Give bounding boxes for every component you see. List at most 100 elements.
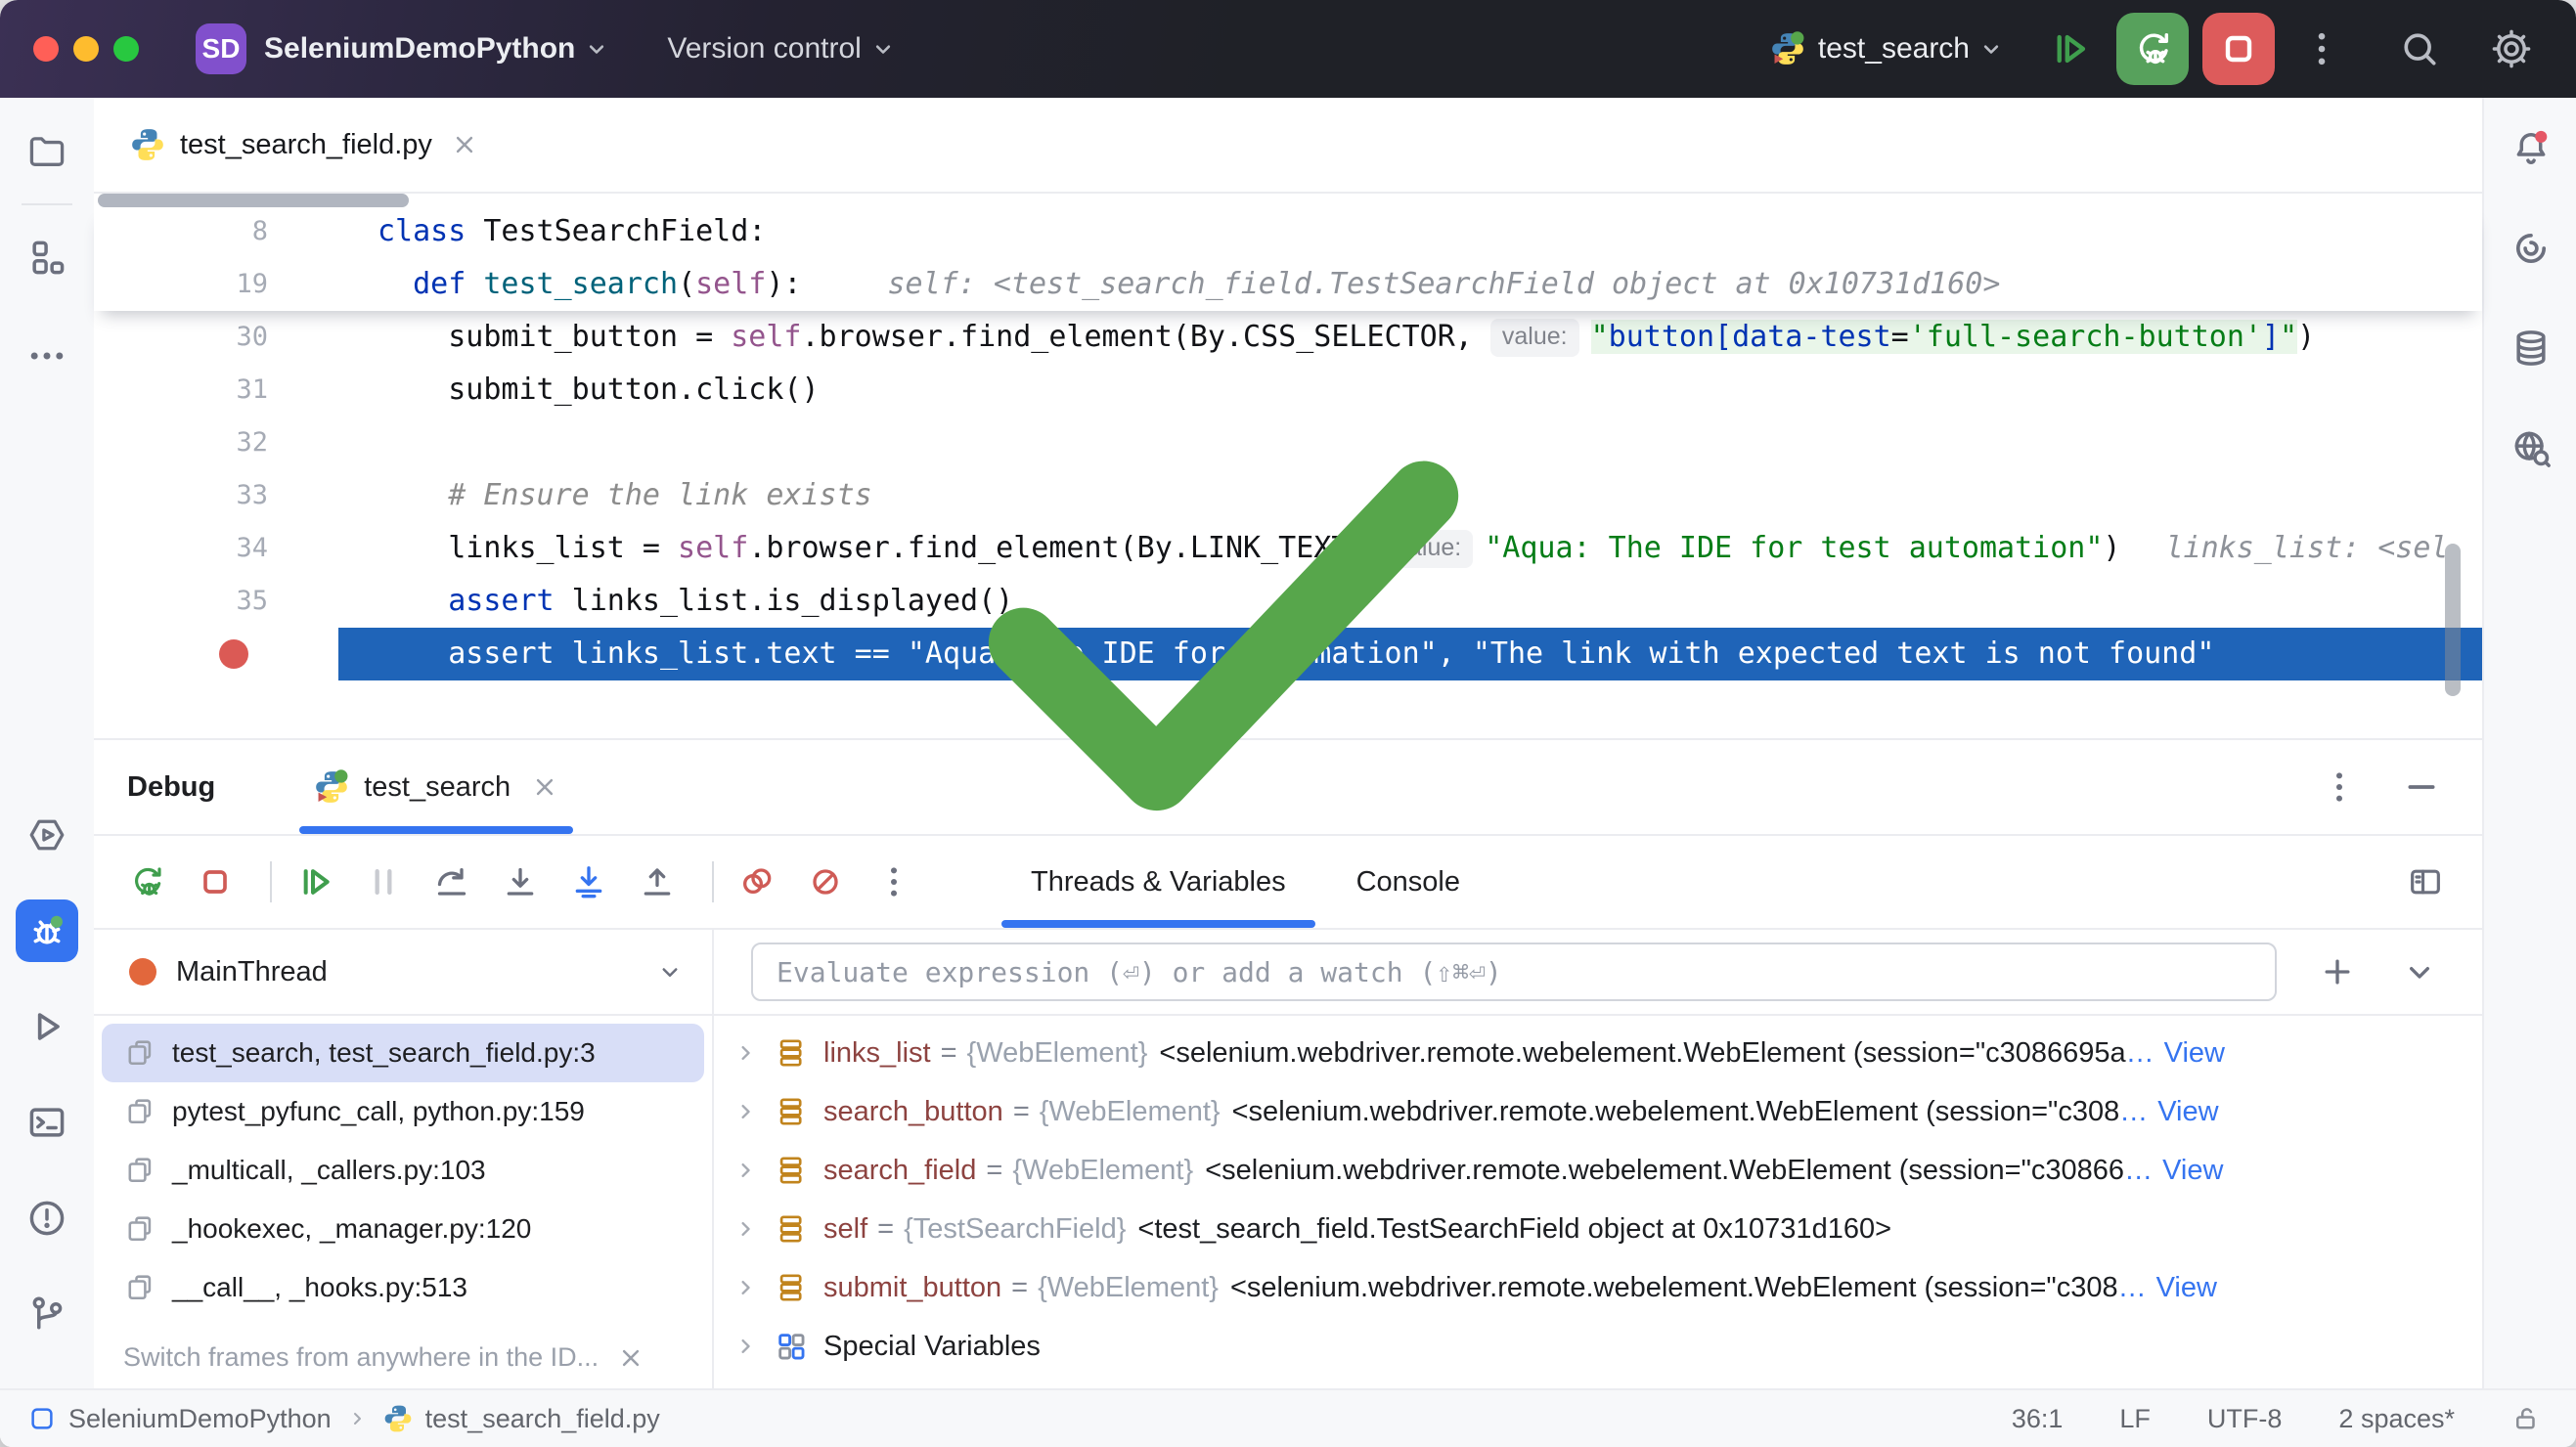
run-configuration-selector[interactable]: test_search (1818, 32, 1970, 66)
chevron-down-icon (583, 35, 610, 63)
code-segment: ): (766, 267, 801, 301)
search-everywhere-button[interactable] (2398, 27, 2441, 70)
equals-sign: = (1011, 1272, 1028, 1304)
inspections-ok-icon[interactable] (29, 309, 2418, 949)
caret-position[interactable]: 36:1 (2012, 1404, 2064, 1434)
rerun-debug-button[interactable] (2116, 13, 2189, 85)
variable-type: {WebElement} (967, 1037, 1148, 1070)
variable-value: <selenium.webdriver.remote.webelement.We… (1205, 1155, 2124, 1187)
git-tool-button[interactable] (16, 1283, 78, 1345)
variable-row[interactable]: search_field={WebElement}<selenium.webdr… (714, 1141, 2482, 1200)
variable-icon (775, 1154, 808, 1187)
chevron-right-icon[interactable] (732, 1157, 759, 1184)
frames-footer-text: Switch frames from anywhere in the ID... (123, 1342, 599, 1373)
statusbar: SeleniumDemoPython test_search_field.py … (0, 1388, 2576, 1447)
variable-icon (775, 1271, 808, 1304)
view-link[interactable]: View (2157, 1096, 2218, 1128)
ai-assistant-icon (2509, 227, 2553, 270)
special-variables-label: Special Variables (823, 1331, 1041, 1363)
notifications-icon (2509, 127, 2553, 170)
ai-assistant-tool-button[interactable] (2500, 217, 2562, 280)
breadcrumb-file[interactable]: test_search_field.py (425, 1404, 660, 1434)
variable-row[interactable]: search_button={WebElement}<selenium.webd… (714, 1082, 2482, 1141)
resume-button[interactable] (2048, 27, 2091, 70)
frame-icon (123, 1271, 156, 1304)
chevron-down-icon[interactable] (2400, 952, 2439, 991)
evaluate-expression-input[interactable] (751, 943, 2277, 1001)
file-encoding[interactable]: UTF-8 (2207, 1404, 2283, 1434)
git-icon (25, 1293, 68, 1336)
code-segment: def (413, 267, 466, 301)
problems-tool-button[interactable] (16, 1187, 78, 1250)
editor-pane[interactable]: test_search_field.py 8class TestSearchFi… (94, 98, 2482, 738)
code-segment: test_search (483, 267, 678, 301)
stack-frame-label: _hookexec, _manager.py:120 (172, 1213, 531, 1245)
terminal-tool-button[interactable] (16, 1091, 78, 1154)
web-search-tool-button[interactable] (2500, 417, 2562, 479)
variable-value: <test_search_field.TestSearchField objec… (1137, 1213, 1891, 1246)
stack-frame-row[interactable]: __call__, _hooks.py:513 (102, 1258, 704, 1317)
close-window-button[interactable] (33, 36, 59, 62)
line-number[interactable]: 8 (94, 205, 338, 258)
database-tool-button[interactable] (2500, 317, 2562, 379)
code-segment: ( (678, 267, 695, 301)
special-variables-row[interactable]: Special Variables (714, 1317, 2482, 1376)
view-link[interactable]: View (2162, 1155, 2223, 1187)
stack-frame-row[interactable]: test_search, test_search_field.py:3 (102, 1024, 704, 1082)
close-icon[interactable] (450, 130, 479, 159)
equals-sign: = (941, 1037, 957, 1070)
equals-sign: = (1013, 1096, 1030, 1128)
view-link[interactable]: View (2156, 1272, 2217, 1304)
line-ending[interactable]: LF (2119, 1404, 2151, 1434)
chevron-right-icon[interactable] (732, 1098, 759, 1125)
database-icon (2509, 327, 2553, 370)
variable-type: {TestSearchField} (904, 1213, 1126, 1246)
notifications-tool-button[interactable] (2500, 117, 2562, 180)
line-number[interactable]: 19 (94, 258, 338, 311)
vertical-scrollbar[interactable] (2445, 544, 2461, 696)
run-tool-button[interactable] (16, 995, 78, 1058)
sticky-lines: 8class TestSearchField:19 def test_searc… (94, 205, 2482, 311)
variable-row[interactable]: self={TestSearchField}<test_search_field… (714, 1200, 2482, 1258)
more-actions-button[interactable] (2300, 27, 2343, 70)
code-line[interactable]: 8class TestSearchField: (94, 205, 2482, 258)
breadcrumb-project[interactable]: SeleniumDemoPython (68, 1404, 332, 1434)
project-badge[interactable]: SD (196, 23, 246, 74)
variable-row[interactable]: submit_button={WebElement}<selenium.webd… (714, 1258, 2482, 1317)
zoom-window-button[interactable] (113, 36, 139, 62)
settings-button[interactable] (2490, 27, 2533, 70)
indent-setting[interactable]: 2 spaces* (2338, 1404, 2455, 1434)
unlocked-icon[interactable] (2511, 1404, 2541, 1433)
stack-frame-row[interactable]: pytest_pyfunc_call, python.py:159 (102, 1082, 704, 1141)
chevron-right-icon[interactable] (732, 1333, 759, 1360)
stack-frame-row[interactable]: _hookexec, _manager.py:120 (102, 1200, 704, 1258)
project-tool-button[interactable] (16, 119, 78, 182)
horizontal-scrollbar[interactable] (98, 194, 409, 207)
frame-icon (123, 1095, 156, 1128)
editor-tab[interactable]: test_search_field.py (129, 126, 479, 163)
titlebar: SD SeleniumDemoPython Version control te… (0, 0, 2576, 98)
project-menu[interactable]: SeleniumDemoPython (264, 32, 575, 66)
stop-button[interactable] (2202, 13, 2275, 85)
add-watch-button[interactable] (2318, 952, 2357, 991)
minimize-window-button[interactable] (73, 36, 99, 62)
variable-row[interactable]: links_list={WebElement}<selenium.webdriv… (714, 1024, 2482, 1082)
editor-tab-label: test_search_field.py (180, 129, 432, 161)
stack-frame-row[interactable]: _multicall, _callers.py:103 (102, 1141, 704, 1200)
variable-icon (775, 1036, 808, 1070)
view-link[interactable]: View (2164, 1037, 2225, 1070)
frames-pane: test_search, test_search_field.py:3pytes… (94, 1016, 714, 1394)
close-icon[interactable] (616, 1343, 645, 1373)
chevron-right-icon[interactable] (732, 1039, 759, 1067)
frame-icon (123, 1154, 156, 1187)
chevron-right-icon[interactable] (732, 1274, 759, 1301)
code-line[interactable]: 19 def test_search(self):self: <test_sea… (94, 258, 2482, 311)
vcs-menu[interactable]: Version control (667, 32, 861, 66)
variable-value: <selenium.webdriver.remote.webelement.We… (1159, 1037, 2125, 1070)
pytest-icon (1769, 30, 1806, 67)
structure-tool-button[interactable] (16, 227, 78, 289)
variable-name: submit_button (823, 1272, 1001, 1304)
frame-icon (123, 1036, 156, 1070)
thread-name: MainThread (176, 956, 328, 988)
chevron-right-icon[interactable] (732, 1215, 759, 1243)
